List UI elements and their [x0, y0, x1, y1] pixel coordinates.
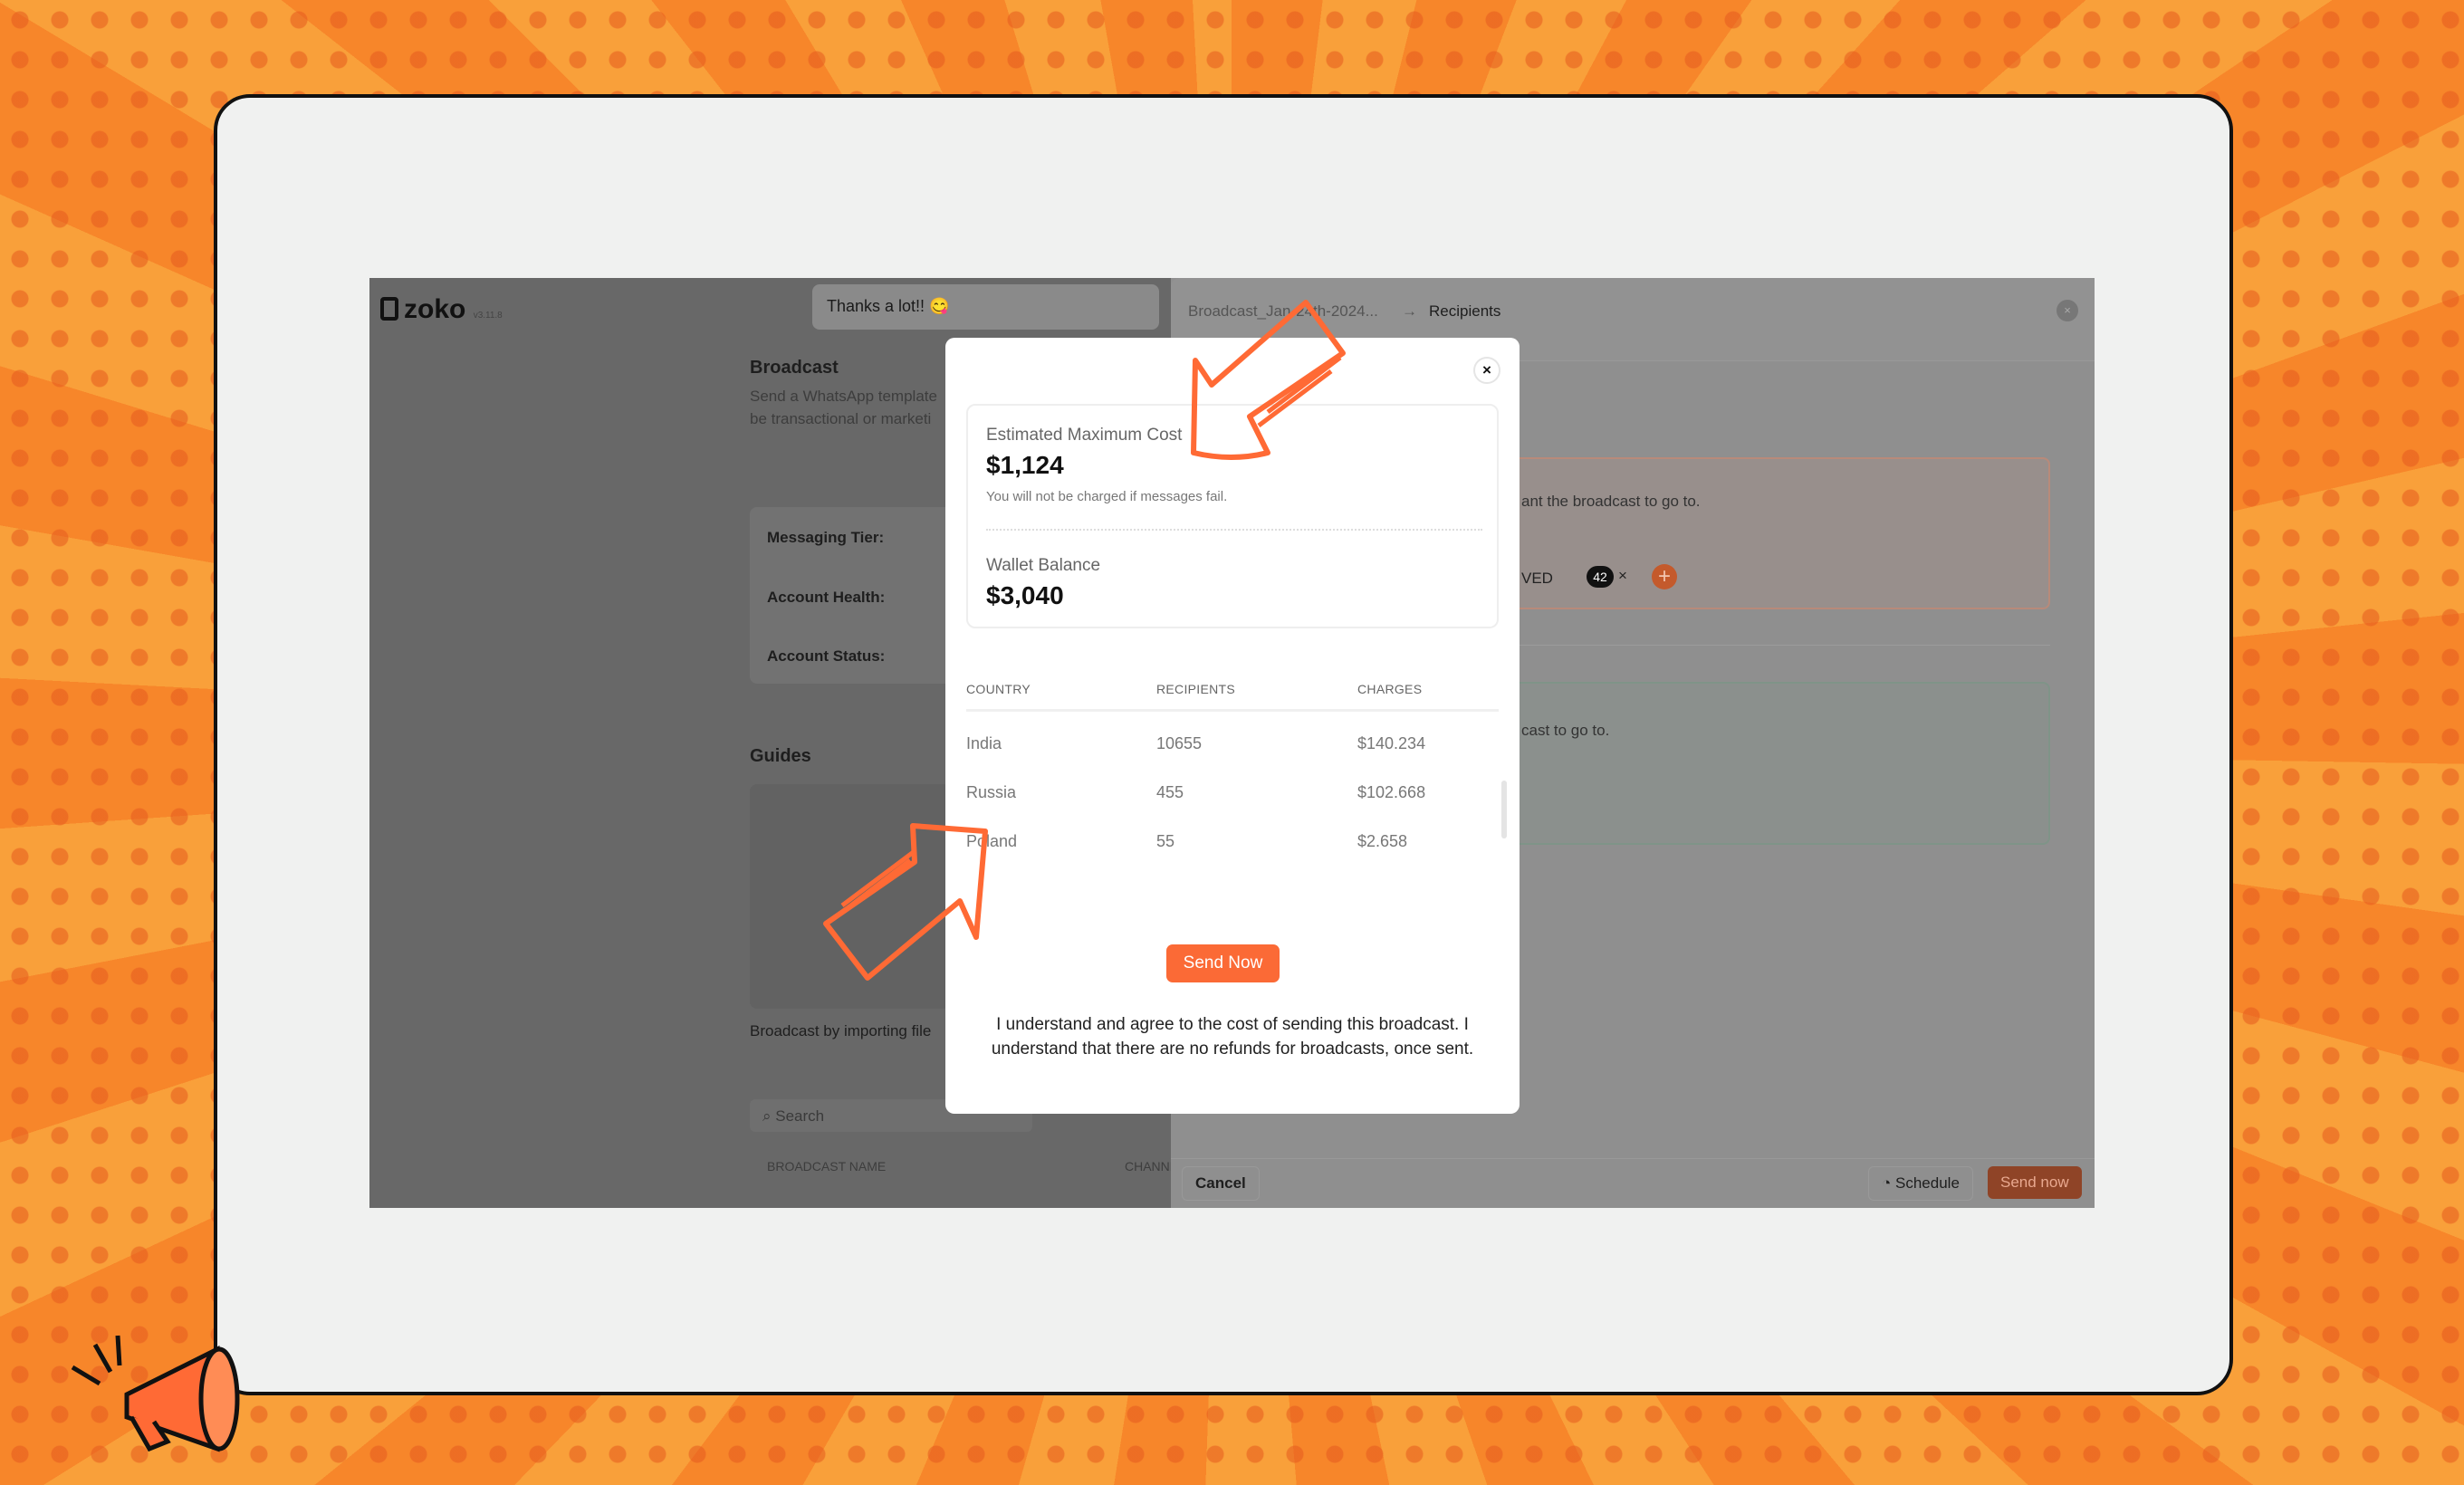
annotation-arrows: [823, 300, 1346, 981]
megaphone-icon: [71, 1335, 240, 1452]
